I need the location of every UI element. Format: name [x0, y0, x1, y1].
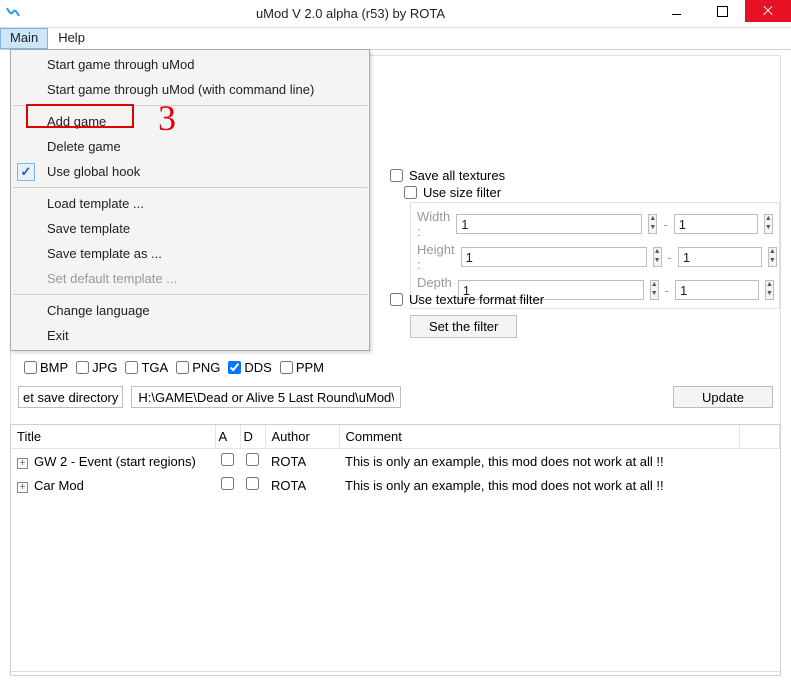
height-max-spinner[interactable]: ▲▼	[768, 247, 777, 267]
row-comment: This is only an example, this mod does n…	[339, 449, 740, 474]
menu-start-umod-cmd[interactable]: Start game through uMod (with command li…	[11, 77, 369, 102]
height-label: Height :	[417, 242, 455, 272]
title-bar: uMod V 2.0 alpha (r53) by ROTA	[0, 0, 791, 28]
row-d-check[interactable]	[246, 477, 259, 490]
row-d-check[interactable]	[246, 453, 259, 466]
menu-save-template[interactable]: Save template	[11, 216, 369, 241]
use-tex-format-label: Use texture format filter	[409, 292, 544, 307]
depth-max-spinner[interactable]: ▲▼	[765, 280, 774, 300]
row-title: GW 2 - Event (start regions)	[34, 454, 196, 469]
menu-main[interactable]: Main	[0, 28, 48, 49]
menu-use-global-hook-label: Use global hook	[47, 164, 140, 179]
menu-exit[interactable]: Exit	[11, 323, 369, 348]
menu-add-game[interactable]: Add game	[11, 109, 369, 134]
main-menu-dropdown: Start game through uMod Start game throu…	[10, 49, 370, 351]
save-all-textures-check[interactable]: Save all textures	[390, 168, 780, 183]
menu-load-template[interactable]: Load template ...	[11, 191, 369, 216]
menu-save-template-as[interactable]: Save template as ...	[11, 241, 369, 266]
menu-separator	[13, 105, 367, 106]
height-min-spinner[interactable]: ▲▼	[653, 247, 662, 267]
save-all-label: Save all textures	[409, 168, 505, 183]
save-all-textures-checkbox[interactable]	[390, 169, 403, 182]
width-min-input[interactable]	[456, 214, 642, 234]
menu-use-global-hook[interactable]: Use global hook	[11, 159, 369, 184]
expand-icon[interactable]: +	[17, 458, 28, 469]
col-author[interactable]: Author	[265, 425, 339, 449]
width-max-spinner[interactable]: ▲▼	[764, 214, 773, 234]
save-directory-row: et save directory Update	[18, 386, 773, 408]
menu-set-default-template[interactable]: Set default template ...	[11, 266, 369, 291]
table-row[interactable]: + GW 2 - Event (start regions) ROTA This …	[11, 449, 780, 474]
width-min-spinner[interactable]: ▲▼	[648, 214, 657, 234]
menu-separator	[13, 187, 367, 188]
row-a-check[interactable]	[221, 477, 234, 490]
col-d[interactable]: D	[240, 425, 265, 449]
menu-bar: Main Help	[0, 28, 791, 50]
save-directory-input[interactable]	[131, 386, 401, 408]
row-author: ROTA	[265, 473, 339, 497]
use-size-filter-checkbox[interactable]	[404, 186, 417, 199]
row-a-check[interactable]	[221, 453, 234, 466]
mod-table: Title A D Author Comment + GW 2 - Event (…	[10, 424, 781, 676]
depth-max-input[interactable]	[675, 280, 759, 300]
menu-start-umod[interactable]: Start game through uMod	[11, 52, 369, 77]
width-max-input[interactable]	[674, 214, 758, 234]
width-label: Width :	[417, 209, 450, 239]
use-size-filter-check[interactable]: Use size filter	[404, 185, 780, 200]
format-row: BMP JPG TGA PNG DDS PPM	[24, 360, 326, 375]
fmt-jpg[interactable]: JPG	[76, 360, 117, 375]
minimize-button[interactable]	[653, 0, 699, 22]
col-a[interactable]: A	[215, 425, 240, 449]
texture-filters: Save all textures Use size filter Width …	[390, 168, 780, 309]
menu-delete-game[interactable]: Delete game	[11, 134, 369, 159]
height-max-input[interactable]	[678, 247, 762, 267]
menu-separator	[13, 294, 367, 295]
row-title: Car Mod	[34, 478, 84, 493]
fmt-bmp[interactable]: BMP	[24, 360, 68, 375]
menu-change-language[interactable]: Change language	[11, 298, 369, 323]
col-title[interactable]: Title	[11, 425, 215, 449]
row-author: ROTA	[265, 449, 339, 474]
maximize-button[interactable]	[699, 0, 745, 22]
col-comment[interactable]: Comment	[339, 425, 740, 449]
fmt-dds[interactable]: DDS	[228, 360, 271, 375]
fmt-png[interactable]: PNG	[176, 360, 220, 375]
check-icon	[17, 163, 35, 181]
row-comment: This is only an example, this mod does n…	[339, 473, 740, 497]
set-filter-button[interactable]: Set the filter	[410, 315, 517, 338]
fmt-tga[interactable]: TGA	[125, 360, 168, 375]
height-min-input[interactable]	[461, 247, 647, 267]
update-button[interactable]: Update	[673, 386, 773, 408]
app-icon	[4, 5, 22, 23]
use-tex-format-checkbox[interactable]	[390, 293, 403, 306]
use-tex-format-check[interactable]: Use texture format filter	[390, 292, 544, 307]
depth-min-spinner[interactable]: ▲▼	[650, 280, 659, 300]
expand-icon[interactable]: +	[17, 482, 28, 493]
use-size-label: Use size filter	[423, 185, 501, 200]
menu-help[interactable]: Help	[48, 28, 95, 49]
texture-format-filter: Use texture format filter Set the filter	[390, 292, 544, 338]
table-row[interactable]: + Car Mod ROTA This is only an example, t…	[11, 473, 780, 497]
set-save-directory-button[interactable]: et save directory	[18, 386, 123, 408]
fmt-ppm[interactable]: PPM	[280, 360, 324, 375]
col-extra[interactable]	[740, 425, 780, 449]
close-button[interactable]	[745, 0, 791, 22]
